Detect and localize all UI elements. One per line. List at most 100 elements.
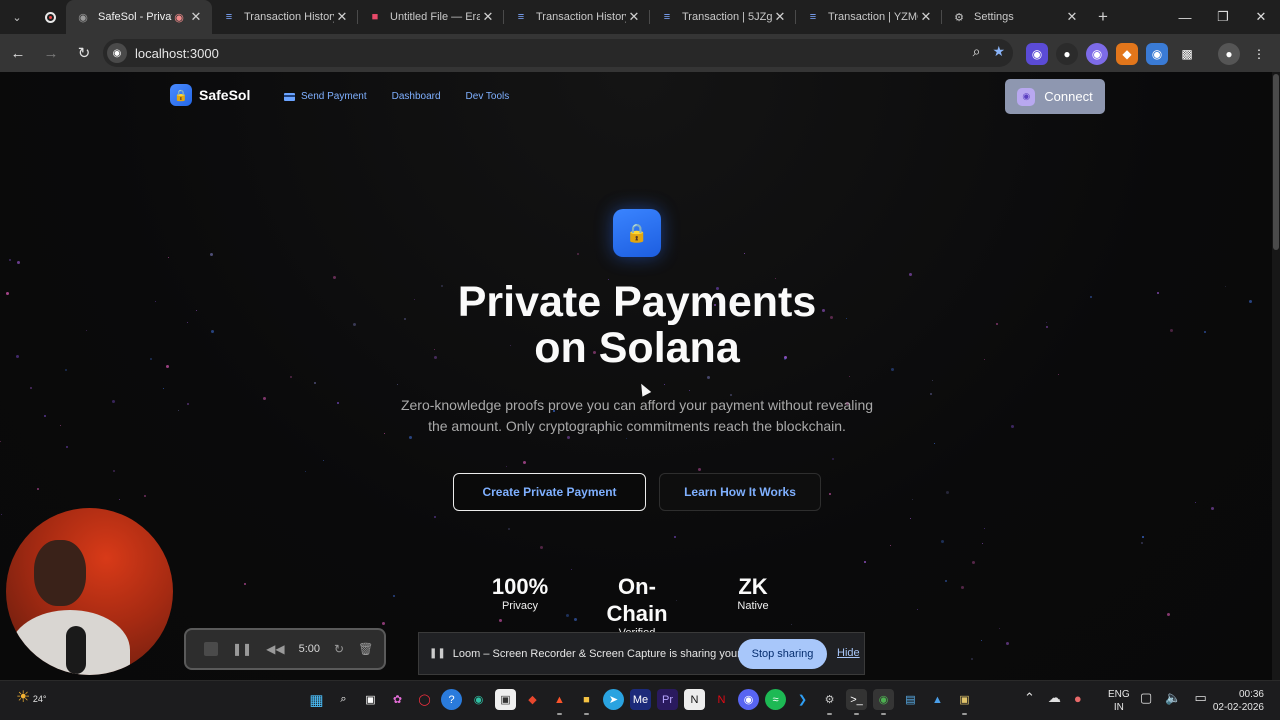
connect-wallet-button[interactable]: ◉ Connect [1005,79,1105,114]
help-icon[interactable]: ? [441,689,462,710]
extension-icon[interactable]: ◉ [1026,43,1048,65]
lang-code: ENG [1108,689,1130,700]
volume-icon[interactable]: 🔈 [1165,690,1181,706]
trash-icon[interactable]: 🗑 [358,642,373,656]
back-icon[interactable]: ← [3,38,33,68]
language-indicator[interactable]: ENG IN [1108,688,1130,714]
address-bar[interactable]: ◉ localhost:3000 ⌕ ★ [103,39,1013,67]
app-icon[interactable]: Me [630,689,651,710]
particle-dot [1211,507,1214,510]
particle-dot [187,403,189,405]
microphone-icon[interactable]: ● [1074,691,1082,706]
particle-dot [1046,322,1047,323]
copilot-icon[interactable]: ✿ [387,689,408,710]
nav-send-payment[interactable]: Send Payment [284,91,367,102]
new-tab-button[interactable]: + [1088,7,1118,27]
store-icon[interactable]: ▣ [495,689,516,710]
close-tab-icon[interactable]: ✕ [188,9,204,25]
restart-icon[interactable]: ↻ [334,642,344,656]
brave-icon[interactable]: ▲ [549,689,570,715]
tab-transaction-history-2[interactable]: ≡ Transaction History ✕ [504,0,650,34]
particle-dot [523,461,526,464]
reload-icon[interactable]: ↻ [69,38,99,68]
close-window-icon[interactable]: ✕ [1242,0,1280,34]
photos-icon[interactable]: ▲ [927,689,948,710]
windows-start-icon[interactable]: ▦ [306,689,327,710]
tab-transaction-history-1[interactable]: ≡ Transaction History ✕ [212,0,358,34]
nav-dashboard[interactable]: Dashboard [392,91,441,102]
vscode-icon[interactable]: ❯ [792,689,813,710]
task-view-icon[interactable]: ▣ [360,689,381,710]
webcam-bubble[interactable] [6,508,173,675]
close-tab-icon[interactable]: ✕ [334,9,350,25]
close-tab-icon[interactable]: ✕ [1064,9,1080,25]
create-private-payment-button[interactable]: Create Private Payment [453,473,646,511]
particle-dot [323,460,324,461]
stop-recording-icon[interactable] [204,642,218,656]
onedrive-icon[interactable]: ☁ [1048,690,1061,706]
site-info-icon[interactable]: ◉ [107,43,127,63]
close-tab-icon[interactable]: ✕ [626,9,642,25]
spotify-icon[interactable]: ≈ [765,689,786,710]
close-tab-icon[interactable]: ✕ [480,9,496,25]
close-tab-icon[interactable]: ✕ [772,9,788,25]
battery-icon[interactable]: ▭ [1194,690,1206,706]
minimize-icon[interactable]: — [1166,0,1204,34]
weather-widget[interactable]: ☀ 24° [16,687,46,707]
settings-icon[interactable]: ⚙ [819,689,840,715]
browser-menu-icon[interactable]: ⋮ [1248,43,1270,65]
nav-dev-tools[interactable]: Dev Tools [466,91,510,102]
chrome-icon[interactable]: ◉ [873,689,894,715]
particle-dot [393,595,395,597]
app-icon[interactable]: ▣ [954,689,975,715]
app-icon[interactable]: ◆ [522,689,543,710]
particle-dot [37,488,39,490]
scrollbar-thumb[interactable] [1273,74,1279,250]
brand[interactable]: 🔒 SafeSol [170,84,250,106]
forward-icon[interactable]: → [36,38,66,68]
display-icon[interactable]: ▢ [1140,690,1152,706]
premiere-icon[interactable]: Pr [657,689,678,710]
tab-safesol[interactable]: ◉ SafeSol - Private ◉ ✕ [66,0,212,34]
stop-sharing-button[interactable]: Stop sharing [738,639,827,669]
notion-icon[interactable]: N [684,689,705,710]
telegram-icon[interactable]: ➤ [603,689,624,710]
particle-dot [314,382,316,384]
particle-dot [290,376,292,378]
profile-avatar-icon[interactable]: ● [1218,43,1240,65]
opera-icon[interactable]: ◯ [414,689,435,710]
pause-icon[interactable]: ❚❚ [232,642,252,656]
close-tab-icon[interactable]: ✕ [918,9,934,25]
tab-search-icon[interactable]: ⌄ [0,0,34,34]
lock-icon: 🔒 [613,209,661,257]
edge-icon[interactable]: ◉ [468,689,489,710]
metamask-extension-icon[interactable]: ◆ [1116,43,1138,65]
tab-transaction-yzmc[interactable]: ≡ Transaction | YZMCi ✕ [796,0,942,34]
hide-link[interactable]: Hide [837,647,860,659]
phantom-extension-icon[interactable]: ◉ [1086,43,1108,65]
tab-transaction-5jzg[interactable]: ≡ Transaction | 5JZg2V ✕ [650,0,796,34]
tab-eraser[interactable]: ■ Untitled File — Eras ✕ [358,0,504,34]
zoom-icon[interactable]: ⌕ [973,43,981,60]
search-icon[interactable]: ⌕ [333,689,354,710]
quick-settings: ▢ 🔈 ▭ [1140,690,1207,706]
particle-dot [972,561,975,564]
puzzle-extensions-icon[interactable]: ▩ [1176,43,1198,65]
chevron-up-icon[interactable]: ⌃ [1024,690,1035,706]
url-text[interactable]: localhost:3000 [135,46,219,61]
tab-settings[interactable]: ⚙ Settings ✕ [942,0,1088,34]
extension-icon[interactable]: ◉ [1146,43,1168,65]
extension-icon[interactable]: ● [1056,43,1078,65]
terminal-icon[interactable]: >_ [846,689,867,715]
notepad-icon[interactable]: ▤ [900,689,921,710]
rewind-icon[interactable]: ◀◀ [266,642,284,656]
clock[interactable]: 00:36 02-02-2026 [1208,688,1264,714]
hero-subtitle: Zero-knowledge proofs prove you can affo… [380,395,894,437]
discord-icon[interactable]: ◉ [738,689,759,710]
bookmark-star-icon[interactable]: ★ [992,43,1005,60]
learn-how-it-works-button[interactable]: Learn How It Works [659,473,821,511]
file-explorer-icon[interactable]: ■ [576,689,597,715]
netflix-icon[interactable]: N [711,689,732,710]
restore-icon[interactable]: ❐ [1204,0,1242,34]
particle-dot [849,376,850,377]
